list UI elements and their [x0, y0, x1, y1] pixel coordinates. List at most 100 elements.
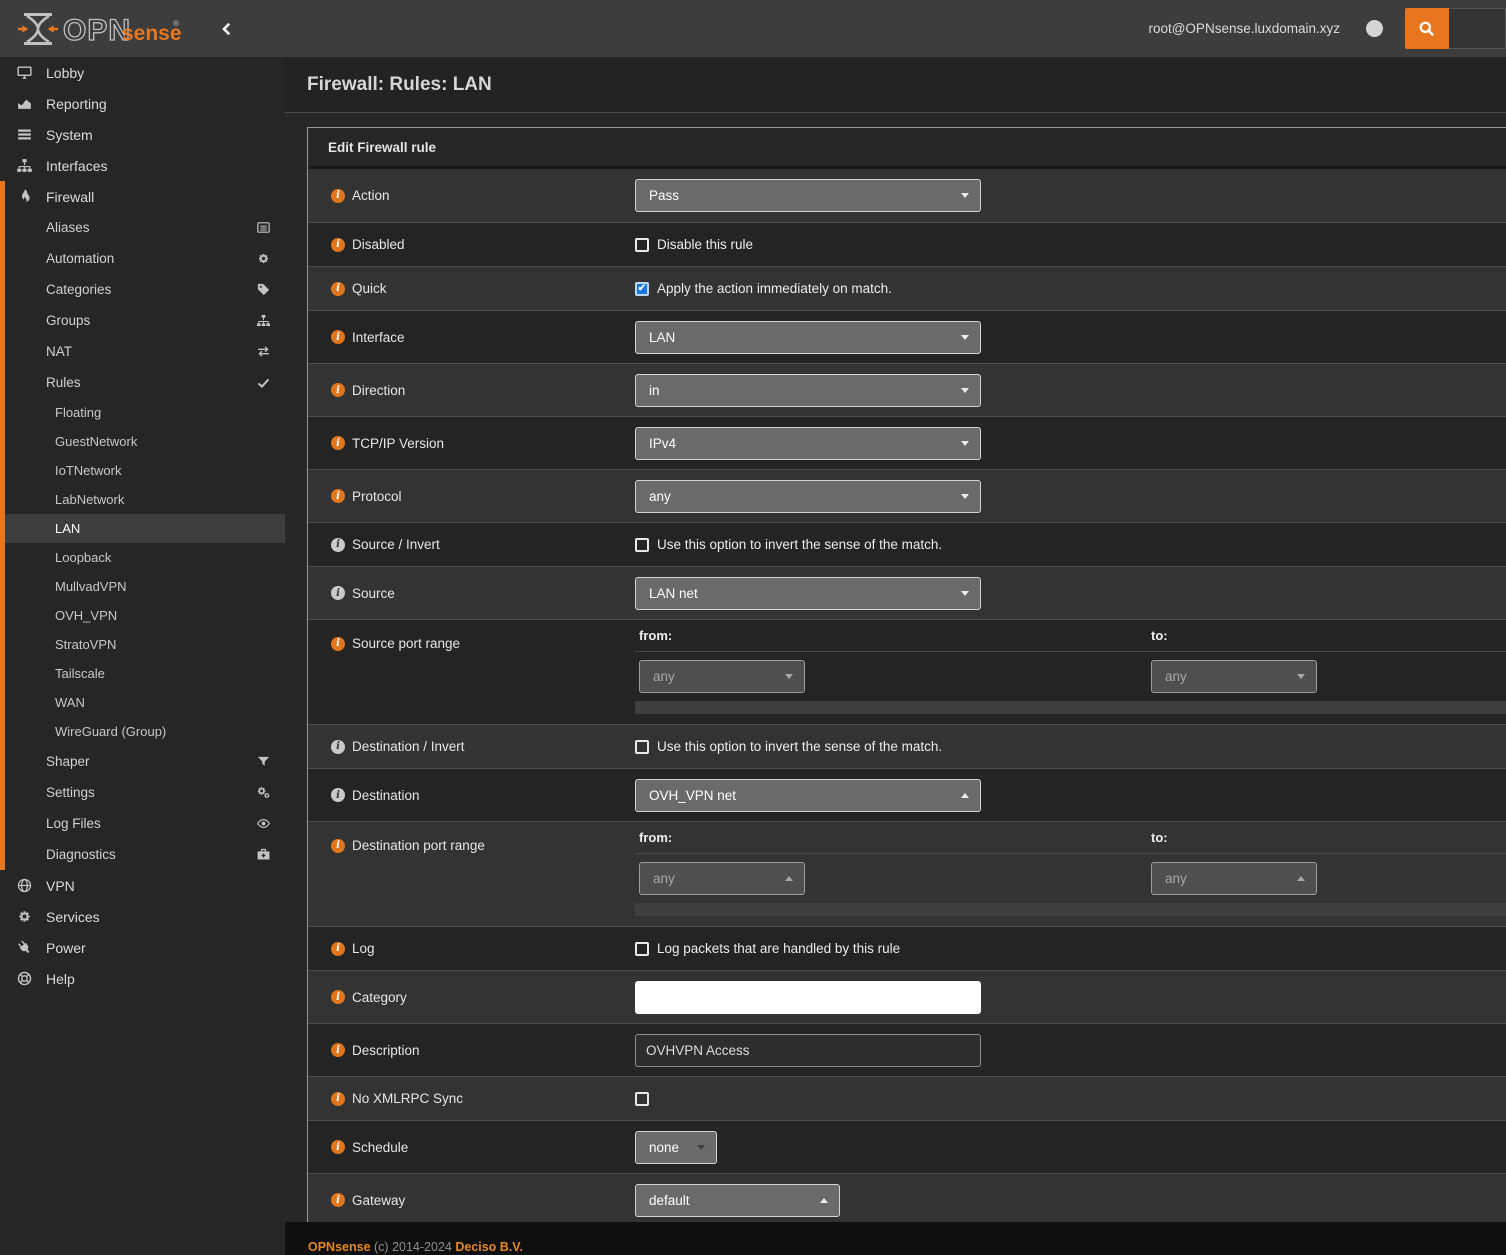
- sidebar-item-labnetwork[interactable]: LabNetwork: [0, 485, 285, 514]
- search-button[interactable]: [1405, 8, 1449, 49]
- gateway-select[interactable]: default: [635, 1184, 840, 1217]
- interface-select[interactable]: LAN: [635, 321, 981, 354]
- info-icon[interactable]: i: [331, 740, 345, 754]
- disabled-checkbox-label: Disable this rule: [657, 237, 753, 252]
- category-input[interactable]: [635, 981, 981, 1014]
- sidebar-item-tailscale[interactable]: Tailscale: [0, 659, 285, 688]
- info-icon[interactable]: i: [331, 489, 345, 503]
- info-icon[interactable]: i: [331, 330, 345, 344]
- sidebar-item-automation[interactable]: Automation: [0, 243, 285, 274]
- sidebar-item-stratovpn[interactable]: StratoVPN: [0, 630, 285, 659]
- destination-port-range-to-select[interactable]: any: [1151, 862, 1317, 895]
- form-control-schedule: none: [635, 1131, 1506, 1164]
- info-icon[interactable]: i: [331, 788, 345, 802]
- info-icon[interactable]: i: [331, 942, 345, 956]
- search-input[interactable]: [1449, 8, 1506, 49]
- sidebar-item-diagnostics[interactable]: Diagnostics: [0, 839, 285, 870]
- source-port-range-selects: any any: [635, 652, 1506, 699]
- tcpip-version-select-value: IPv4: [649, 436, 676, 451]
- sidebar-item-help[interactable]: Help: [0, 963, 285, 994]
- disabled-checkbox[interactable]: [635, 238, 649, 252]
- info-icon[interactable]: i: [331, 538, 345, 552]
- info-icon[interactable]: i: [331, 1193, 345, 1207]
- sidebar-item-guestnetwork[interactable]: GuestNetwork: [0, 427, 285, 456]
- source-port-range-to-select[interactable]: any: [1151, 660, 1317, 693]
- sidebar-item-mullvadvpn[interactable]: MullvadVPN: [0, 572, 285, 601]
- sidebar-item-floating[interactable]: Floating: [0, 398, 285, 427]
- sidebar-item-log-files[interactable]: Log Files: [0, 808, 285, 839]
- footer-opnsense-link[interactable]: OPNsense: [308, 1240, 371, 1254]
- sidebar-item-wan[interactable]: WAN: [0, 688, 285, 717]
- quick-checkbox[interactable]: [635, 282, 649, 296]
- info-icon[interactable]: i: [331, 1140, 345, 1154]
- destination-invert-checkbox[interactable]: [635, 740, 649, 754]
- sidebar-item-ovh-vpn[interactable]: OVH_VPN: [0, 601, 285, 630]
- protocol-select[interactable]: any: [635, 480, 981, 513]
- sidebar-item-power[interactable]: Power: [0, 932, 285, 963]
- sidebar-item-label: StratoVPN: [55, 637, 116, 652]
- destination-select[interactable]: OVH_VPN net: [635, 779, 981, 812]
- source-select-value: LAN net: [649, 586, 698, 601]
- sidebar-item-label: Firewall: [46, 189, 94, 205]
- info-icon[interactable]: i: [331, 238, 345, 252]
- logged-in-user[interactable]: root@OPNsense.luxdomain.xyz: [1148, 21, 1340, 36]
- sidebar-item-groups[interactable]: Groups: [0, 305, 285, 336]
- sidebar-item-categories[interactable]: Categories: [0, 274, 285, 305]
- check-icon: [256, 375, 271, 390]
- schedule-select[interactable]: none: [635, 1131, 717, 1164]
- form-control-source-port-range: from:to:anyany: [635, 620, 1506, 714]
- sidebar-item-services[interactable]: Services: [0, 901, 285, 932]
- chevron-left-icon: [218, 20, 236, 38]
- filter-icon: [256, 754, 271, 769]
- sidebar-item-aliases[interactable]: Aliases: [0, 212, 285, 243]
- info-icon[interactable]: i: [331, 1043, 345, 1057]
- direction-select[interactable]: in: [635, 374, 981, 407]
- protocol-select-value: any: [649, 489, 671, 504]
- tag-icon: [256, 282, 271, 297]
- source-invert-checkbox[interactable]: [635, 538, 649, 552]
- sidebar-item-system[interactable]: System: [0, 119, 285, 150]
- info-icon[interactable]: i: [331, 436, 345, 450]
- form-control-direction: in: [635, 374, 1506, 407]
- action-select[interactable]: Pass: [635, 179, 981, 212]
- no-xmlrpc-sync-checkbox[interactable]: [635, 1092, 649, 1106]
- system-icon: [16, 126, 33, 143]
- info-icon[interactable]: i: [331, 839, 345, 853]
- sidebar-collapse-button[interactable]: [218, 20, 236, 38]
- quick-checkbox-label: Apply the action immediately on match.: [657, 281, 892, 296]
- destination-port-range-from-label: from:: [635, 830, 1147, 845]
- sidebar-item-iotnetwork[interactable]: IoTNetwork: [0, 456, 285, 485]
- sidebar-item-interfaces[interactable]: Interfaces: [0, 150, 285, 181]
- sidebar-item-nat[interactable]: NAT: [0, 336, 285, 367]
- footer-deciso-link[interactable]: Deciso B.V.: [455, 1240, 523, 1254]
- sidebar-item-rules[interactable]: Rules: [0, 367, 285, 398]
- sidebar-item-vpn[interactable]: VPN: [0, 870, 285, 901]
- sidebar-item-settings[interactable]: Settings: [0, 777, 285, 808]
- info-icon[interactable]: i: [331, 990, 345, 1004]
- info-icon[interactable]: i: [331, 189, 345, 203]
- sidebar-item-firewall[interactable]: Firewall: [0, 181, 285, 212]
- sidebar-item-wireguard-group[interactable]: WireGuard (Group): [0, 717, 285, 746]
- info-icon[interactable]: i: [331, 1092, 345, 1106]
- info-icon[interactable]: i: [331, 383, 345, 397]
- footer-copyright: (c) 2014-2024: [374, 1240, 452, 1254]
- source-select[interactable]: LAN net: [635, 577, 981, 610]
- gateway-select-value: default: [649, 1193, 690, 1208]
- sidebar-item-lobby[interactable]: Lobby: [0, 57, 285, 88]
- sidebar-item-reporting[interactable]: Reporting: [0, 88, 285, 119]
- info-icon[interactable]: i: [331, 637, 345, 651]
- form-row-gateway: iGatewaydefault: [308, 1173, 1506, 1226]
- source-invert-label: Source / Invert: [352, 537, 440, 552]
- tcpip-version-select[interactable]: IPv4: [635, 427, 981, 460]
- info-icon[interactable]: i: [331, 282, 345, 296]
- sidebar-item-loopback[interactable]: Loopback: [0, 543, 285, 572]
- log-checkbox[interactable]: [635, 942, 649, 956]
- info-icon[interactable]: i: [331, 586, 345, 600]
- form-row-disabled: iDisabledDisable this rule: [308, 222, 1506, 266]
- destination-port-range-from-select[interactable]: any: [639, 862, 805, 895]
- description-input[interactable]: [635, 1034, 981, 1067]
- opnsense-logo[interactable]: OPN sense ®: [16, 9, 186, 49]
- sidebar-item-lan[interactable]: LAN: [0, 514, 285, 543]
- source-port-range-from-select[interactable]: any: [639, 660, 805, 693]
- sidebar-item-shaper[interactable]: Shaper: [0, 746, 285, 777]
